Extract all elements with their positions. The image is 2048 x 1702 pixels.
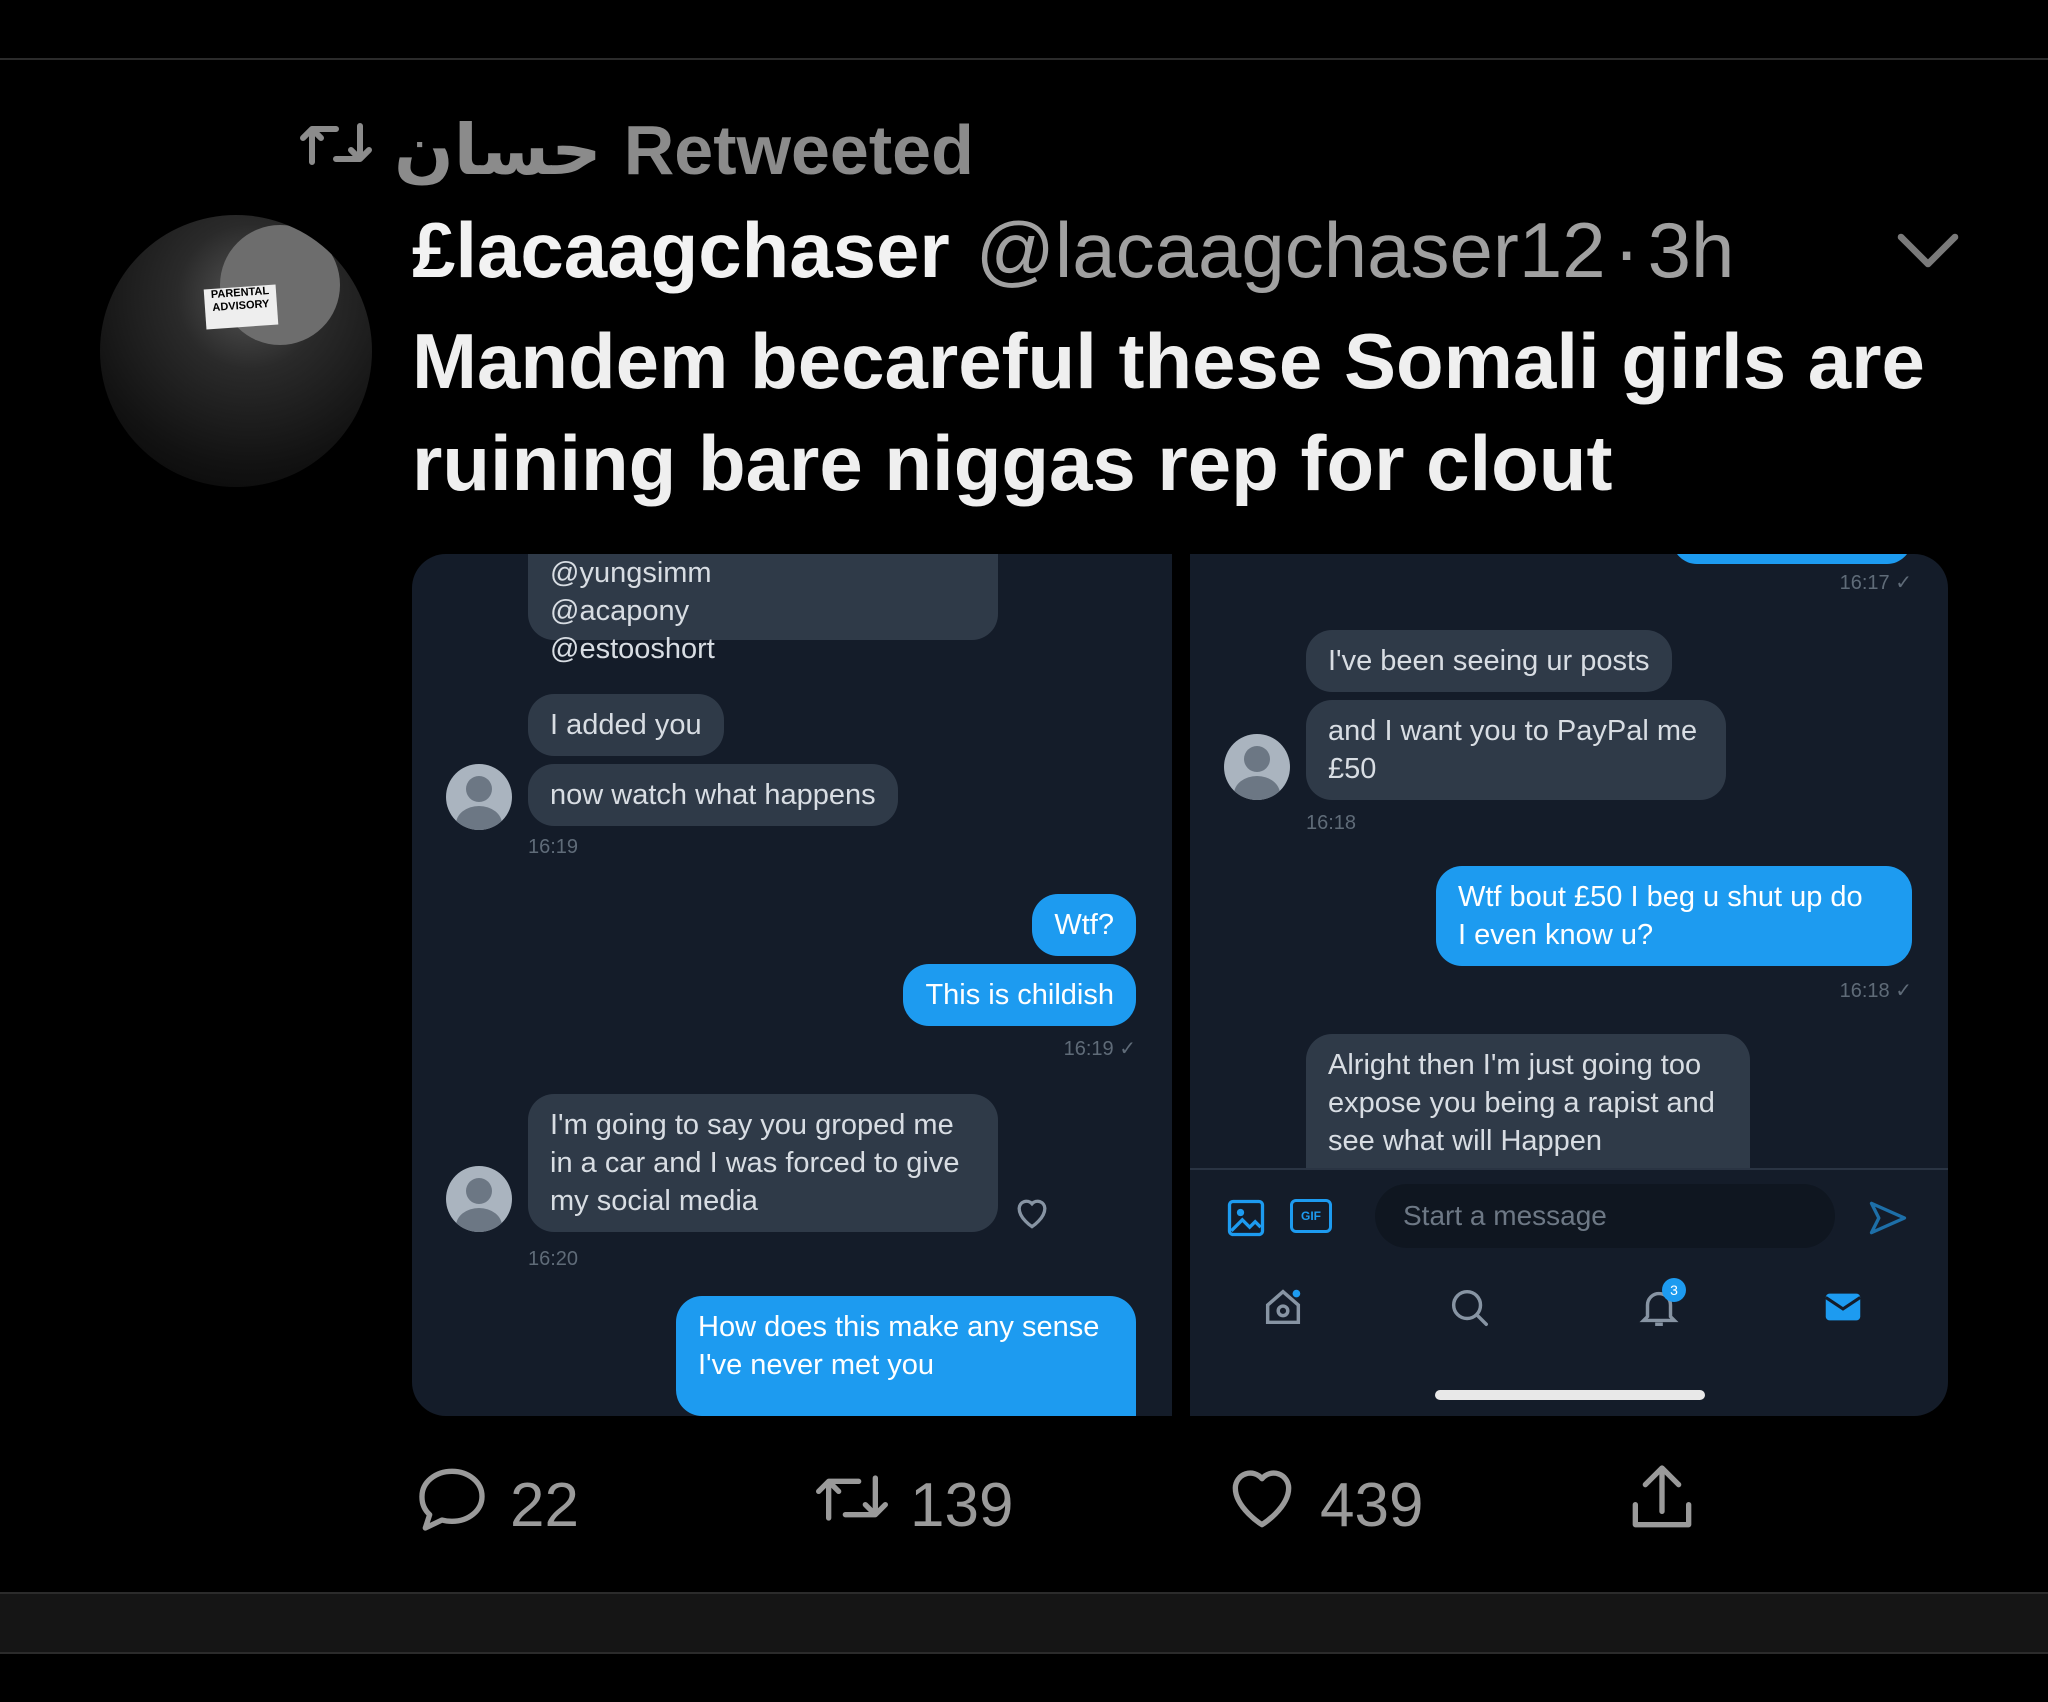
message-bubble: now watch what happens	[528, 764, 898, 826]
search-icon[interactable]	[1446, 1284, 1492, 1335]
message-time: 16:17 ✓	[1839, 572, 1912, 594]
retweet-icon	[300, 110, 372, 190]
display-name[interactable]: £lacaagchaser	[412, 205, 950, 296]
home-indicator	[1435, 1390, 1705, 1400]
send-icon[interactable]	[1866, 1196, 1910, 1245]
retweet-context[interactable]: حسان Retweeted	[300, 110, 974, 190]
like-dm-icon[interactable]	[1010, 1190, 1054, 1239]
mentions-bubble: @yungsimm @acapony @estooshort	[528, 554, 998, 665]
contact-avatar	[446, 1166, 512, 1232]
timeline-gap	[0, 1594, 2048, 1652]
message-bubble: This is childish	[903, 964, 1136, 1026]
messages-icon[interactable]	[1820, 1284, 1866, 1335]
share-icon	[1622, 1458, 1702, 1553]
chevron-down-icon[interactable]	[1892, 222, 1964, 276]
message-time: 16:18 ✓	[1839, 980, 1912, 1002]
message-bubble: I added you	[528, 694, 724, 756]
handle[interactable]: @lacaagchaser12	[976, 205, 1606, 296]
contact-avatar	[446, 764, 512, 830]
like-button[interactable]: 439	[1222, 1460, 1423, 1550]
bottom-divider-2	[0, 1652, 2048, 1654]
tweet-media[interactable]: @yungsimm @acapony @estooshort I added y…	[412, 554, 1948, 1416]
message-bubble: I've been seeing ur posts	[1306, 630, 1672, 692]
message-time: 16:19	[528, 836, 579, 858]
notification-badge: 3	[1662, 1278, 1686, 1302]
message-bubble: I'm going to say you groped me in a car …	[528, 1094, 998, 1232]
retweet-icon	[812, 1458, 892, 1553]
dm-screenshot-right: 16:17 ✓ I've been seeing ur posts and I …	[1190, 554, 1948, 1416]
tweet-text: Mandem becareful these Somali girls are …	[412, 317, 1925, 507]
top-divider	[0, 58, 2048, 60]
image-icon[interactable]	[1224, 1196, 1268, 1245]
gif-icon[interactable]: GIF	[1290, 1199, 1332, 1233]
heart-icon	[1222, 1458, 1302, 1553]
message-bubble	[1672, 554, 1912, 564]
like-count: 439	[1320, 1470, 1424, 1540]
home-icon[interactable]	[1260, 1284, 1306, 1335]
timestamp[interactable]: 3h	[1648, 205, 1735, 296]
message-bubble: Alright then I'm just going too expose y…	[1306, 1034, 1750, 1168]
message-bubble: Wtf bout £50 I beg u shut up do I even k…	[1436, 866, 1912, 966]
message-input[interactable]: Start a message	[1375, 1184, 1835, 1248]
message-bubble: and I want you to PayPal me £50	[1306, 700, 1726, 800]
dm-screenshot-left: @yungsimm @acapony @estooshort I added y…	[412, 554, 1172, 1416]
tweet-header: £lacaagchaser @lacaagchaser12 · 3h	[412, 205, 1734, 295]
share-button[interactable]	[1622, 1460, 1702, 1550]
reply-count: 22	[510, 1470, 579, 1540]
mention: @yungsimm	[550, 557, 712, 589]
parental-advisory-logo: PARENTAL ADVISORY	[203, 284, 279, 330]
retweet-count: 139	[910, 1470, 1014, 1540]
message-bubble: How does this make any sense I've never …	[676, 1296, 1136, 1416]
message-time: 16:20	[528, 1248, 579, 1270]
notifications-icon[interactable]: 3	[1636, 1278, 1686, 1335]
mention: @estooshort	[550, 633, 715, 665]
separator: ·	[1613, 205, 1640, 294]
retweeter-name[interactable]: حسان	[394, 109, 602, 191]
reply-icon	[412, 1458, 492, 1553]
reply-button[interactable]: 22	[412, 1460, 579, 1550]
message-time: 16:18	[1306, 812, 1357, 834]
contact-avatar	[1224, 734, 1290, 800]
composer-divider	[1190, 1168, 1948, 1170]
retweet-button[interactable]: 139	[812, 1460, 1013, 1550]
mention: @acapony	[550, 595, 690, 627]
avatar[interactable]: PARENTAL ADVISORY	[100, 215, 372, 487]
message-bubble: Wtf?	[1032, 894, 1136, 956]
retweeted-label: Retweeted	[623, 111, 974, 189]
message-time: 16:19 ✓	[1063, 1038, 1136, 1060]
